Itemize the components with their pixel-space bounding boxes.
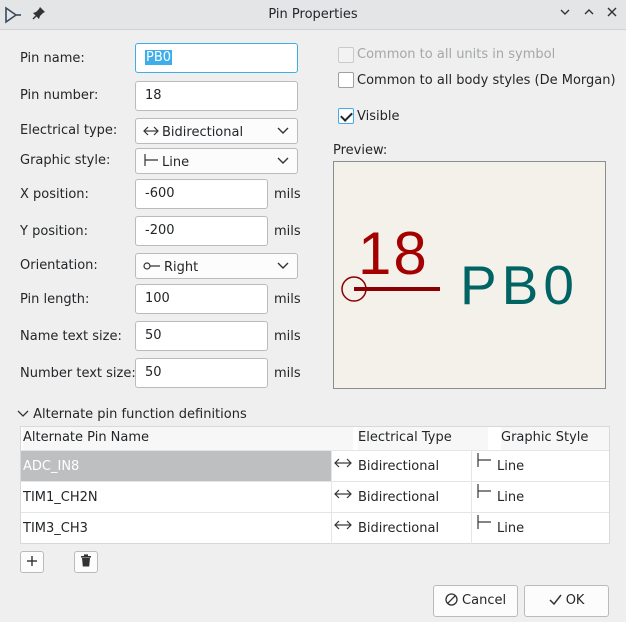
alt-pin-style[interactable]: Line xyxy=(497,482,524,513)
electrical-type-value: Bidirectional xyxy=(162,125,244,140)
common-units-checkbox[interactable] xyxy=(338,47,354,63)
ok-button[interactable]: OK xyxy=(524,585,609,617)
pin-number-label: Pin number: xyxy=(20,88,99,103)
pin-name-label: Pin name: xyxy=(20,51,85,66)
orientation-select[interactable]: Right xyxy=(135,253,298,279)
orientation-value: Right xyxy=(164,260,199,275)
chevron-down-icon xyxy=(277,254,289,278)
line-style-icon xyxy=(476,448,492,479)
name-text-size-unit: mils xyxy=(274,329,301,344)
name-text-size-input[interactable]: 50 xyxy=(135,321,268,351)
common-units-label: Common to all units in symbol xyxy=(357,47,556,62)
orientation-label: Orientation: xyxy=(20,258,98,273)
preview-pin-number: 18 xyxy=(358,220,429,287)
chevron-down-icon xyxy=(277,149,289,173)
bidirectional-icon xyxy=(143,119,159,143)
common-body-label: Common to all body styles (De Morgan) xyxy=(357,73,616,88)
electrical-type-select[interactable]: Bidirectional xyxy=(135,118,298,144)
bidirectional-icon xyxy=(334,511,352,542)
common-body-checkbox[interactable] xyxy=(338,72,354,88)
cancel-icon xyxy=(445,588,458,618)
column-header-name[interactable]: Alternate Pin Name xyxy=(23,427,353,451)
pin-length-label: Pin length: xyxy=(20,292,90,307)
trash-icon xyxy=(80,552,92,571)
table-row[interactable]: ADC_IN8 Bidirectional Line xyxy=(21,448,609,482)
name-text-size-label: Name text size: xyxy=(20,329,122,344)
add-alternate-button[interactable] xyxy=(20,551,44,573)
y-position-input[interactable]: -200 xyxy=(135,216,268,246)
chevron-down-icon xyxy=(17,407,29,422)
window-title: Pin Properties xyxy=(268,7,358,22)
plus-icon xyxy=(26,552,38,571)
number-text-size-unit: mils xyxy=(274,366,301,381)
number-text-size-label: Number text size: xyxy=(20,366,136,381)
y-position-label: Y position: xyxy=(20,224,88,239)
maximize-icon[interactable] xyxy=(580,6,598,24)
pin-length-unit: mils xyxy=(274,292,301,307)
pin-name-value: PB0 xyxy=(145,50,173,65)
alt-pin-type[interactable]: Bidirectional xyxy=(358,451,439,482)
x-position-unit: mils xyxy=(274,187,301,202)
line-style-icon xyxy=(143,149,159,173)
graphic-style-value: Line xyxy=(162,155,190,170)
column-divider xyxy=(331,450,332,544)
cancel-label: Cancel xyxy=(462,593,507,608)
minimize-icon[interactable] xyxy=(556,6,574,24)
preview-pin-name: PB0 xyxy=(460,254,579,316)
table-row[interactable]: TIM1_CH2N Bidirectional Line xyxy=(21,481,609,512)
alternates-toggle[interactable]: Alternate pin function definitions xyxy=(17,407,247,422)
column-divider xyxy=(471,450,472,544)
alt-pin-name[interactable]: TIM3_CH3 xyxy=(21,513,331,544)
column-header-type[interactable]: Electrical Type xyxy=(358,427,488,451)
x-position-input[interactable]: -600 xyxy=(135,179,268,209)
line-style-icon xyxy=(476,510,492,541)
delete-alternate-button[interactable] xyxy=(74,551,98,573)
pin-name-input[interactable]: PB0 xyxy=(135,43,298,73)
x-position-label: X position: xyxy=(20,187,89,202)
column-header-style[interactable]: Graphic Style xyxy=(501,427,609,451)
alternates-section-label: Alternate pin function definitions xyxy=(33,407,247,422)
preview-label: Preview: xyxy=(333,143,388,158)
check-icon xyxy=(549,587,562,617)
alt-pin-name[interactable]: TIM1_CH2N xyxy=(21,482,331,513)
electrical-type-label: Electrical type: xyxy=(20,123,118,138)
line-style-icon xyxy=(476,479,492,510)
alt-pin-name[interactable]: ADC_IN8 xyxy=(21,451,331,482)
alt-pin-type[interactable]: Bidirectional xyxy=(358,482,439,513)
visible-checkbox[interactable] xyxy=(338,108,354,124)
alt-pin-type[interactable]: Bidirectional xyxy=(358,513,439,544)
alternates-table: Alternate Pin Name Electrical Type Graph… xyxy=(20,426,610,544)
chevron-down-icon xyxy=(277,119,289,143)
orientation-right-icon xyxy=(143,254,161,278)
pin-number-input[interactable]: 18 xyxy=(135,81,298,111)
y-position-unit: mils xyxy=(274,224,301,239)
ok-label: OK xyxy=(565,593,585,608)
number-text-size-input[interactable]: 50 xyxy=(135,358,268,388)
close-icon[interactable] xyxy=(603,6,621,24)
alt-pin-style[interactable]: Line xyxy=(497,451,524,482)
title-bar: Pin Properties xyxy=(0,0,626,30)
graphic-style-select[interactable]: Line xyxy=(135,148,298,174)
preview-canvas: 18 PB0 xyxy=(333,161,606,389)
alt-pin-style[interactable]: Line xyxy=(497,513,524,544)
pin-length-input[interactable]: 100 xyxy=(135,284,268,314)
cancel-button[interactable]: Cancel xyxy=(433,585,518,617)
table-row[interactable]: TIM3_CH3 Bidirectional Line xyxy=(21,512,609,543)
bidirectional-icon xyxy=(334,449,352,480)
graphic-style-label: Graphic style: xyxy=(20,153,111,168)
visible-label: Visible xyxy=(357,109,400,124)
bidirectional-icon xyxy=(334,480,352,511)
